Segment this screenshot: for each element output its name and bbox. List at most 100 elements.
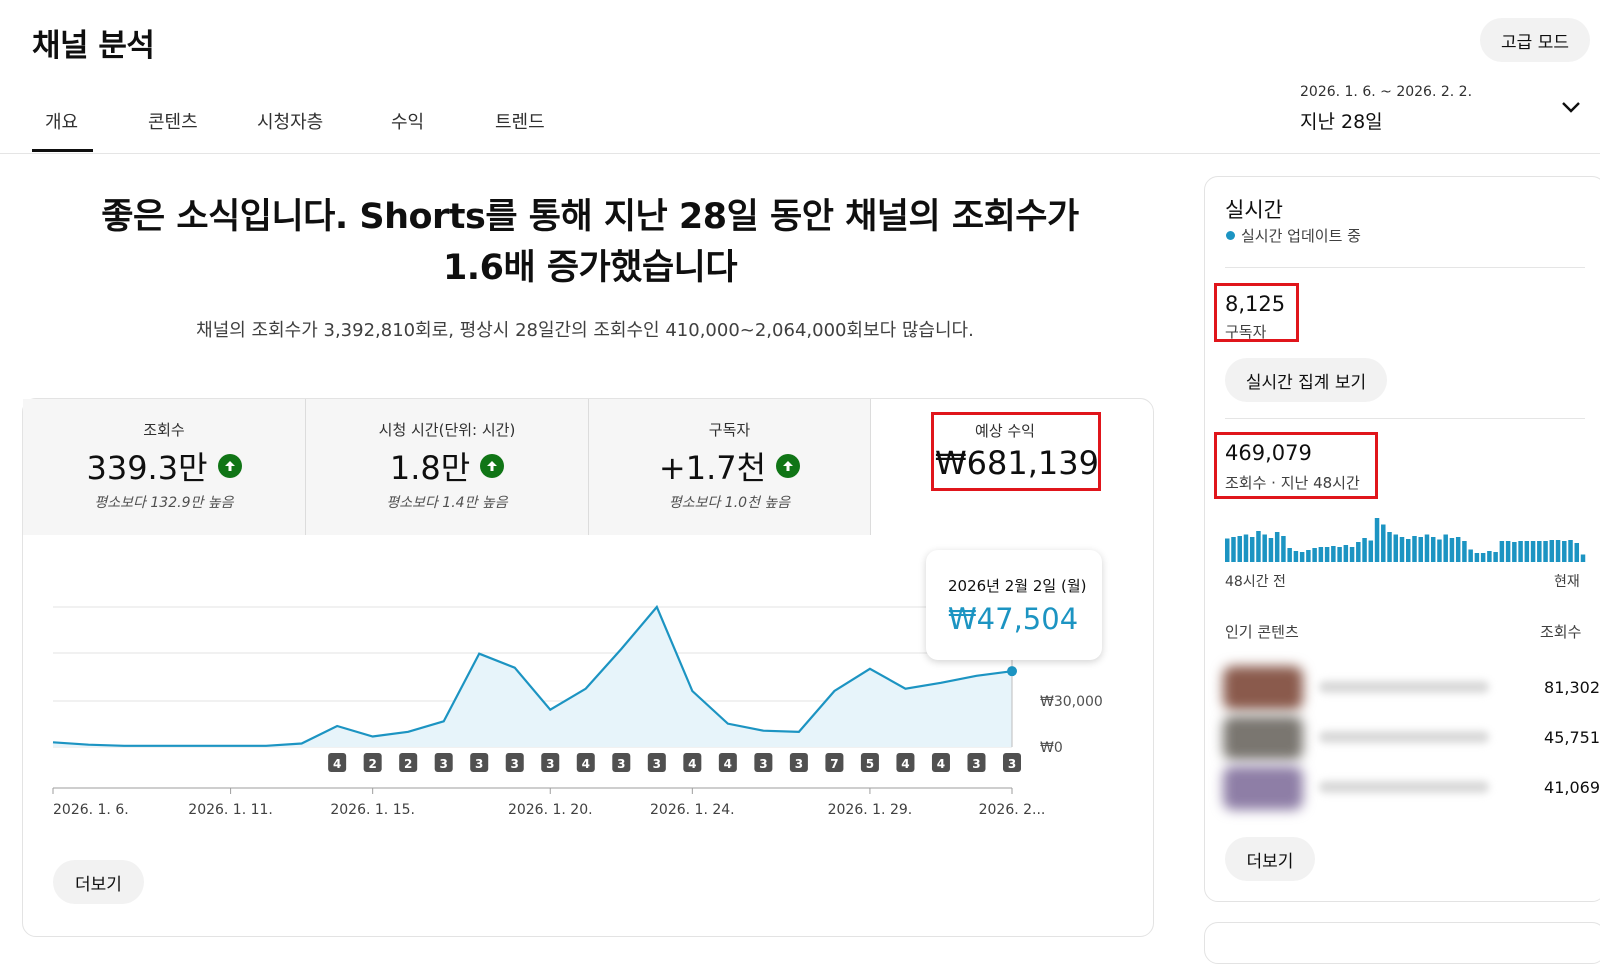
metric-note: 평소보다 132.9만 높음 bbox=[94, 495, 234, 511]
blurred-title bbox=[1319, 681, 1489, 693]
hourly-bar bbox=[1368, 540, 1374, 562]
hourly-bar bbox=[1480, 553, 1486, 562]
hourly-bar bbox=[1549, 540, 1555, 562]
hourly-bar bbox=[1324, 547, 1330, 562]
x-tick-label: 2026. 2... bbox=[979, 802, 1046, 818]
hourly-end-label: 현재 bbox=[1554, 574, 1580, 590]
realtime-views-value: 469,079 bbox=[1225, 441, 1312, 465]
blurred-title bbox=[1319, 781, 1489, 793]
realtime-hourly-chart[interactable] bbox=[1225, 512, 1587, 562]
hourly-bar bbox=[1537, 541, 1542, 562]
chart-tooltip: 2026년 2월 2일 (월) ₩47,504 bbox=[926, 550, 1102, 660]
tab-active-indicator bbox=[32, 149, 93, 152]
hourly-bar bbox=[1487, 551, 1492, 562]
upload-marker-count: 3 bbox=[972, 757, 980, 771]
hourly-bar bbox=[1493, 552, 1498, 562]
hourly-bar bbox=[1518, 541, 1523, 562]
thumbnail bbox=[1223, 666, 1303, 710]
hourly-bar bbox=[1243, 534, 1249, 562]
page-title: 채널 분석 bbox=[32, 28, 155, 64]
metric-value-revenue: ₩681,139 bbox=[935, 444, 1099, 482]
x-tick-label: 2026. 1. 6. bbox=[53, 802, 129, 818]
tab-audience[interactable]: 시청자층 bbox=[257, 108, 323, 134]
tab-content[interactable]: 콘텐츠 bbox=[148, 108, 198, 134]
realtime-status: 실시간 업데이트 중 bbox=[1241, 227, 1361, 245]
hourly-bar bbox=[1231, 537, 1236, 562]
upload-marker-count: 4 bbox=[688, 757, 696, 771]
arrow-up-icon bbox=[480, 454, 505, 478]
see-more-button[interactable]: 더보기 bbox=[53, 860, 144, 904]
hourly-bar bbox=[1356, 542, 1361, 562]
upload-marker-count: 3 bbox=[1008, 757, 1016, 771]
advanced-mode-button[interactable]: 고급 모드 bbox=[1480, 18, 1590, 62]
insight-headline-line2: 1.6배 증가했습니다 bbox=[442, 248, 738, 288]
date-period-label[interactable]: 지난 28일 bbox=[1300, 107, 1383, 134]
metric-value: +1.7천 bbox=[658, 449, 767, 487]
hourly-bar bbox=[1256, 531, 1261, 562]
hourly-bar bbox=[1455, 537, 1461, 562]
hourly-bar bbox=[1331, 546, 1336, 562]
popular-item[interactable]: 81,302 bbox=[1215, 663, 1600, 713]
y-tick-label: ₩0 bbox=[1040, 740, 1063, 756]
realtime-count-button[interactable]: 실시간 집계 보기 bbox=[1225, 358, 1387, 402]
live-dot-icon bbox=[1226, 231, 1235, 240]
hourly-bar bbox=[1274, 532, 1280, 562]
hourly-bar bbox=[1293, 551, 1299, 562]
tab-overview[interactable]: 개요 bbox=[45, 108, 78, 134]
hourly-bar bbox=[1449, 538, 1455, 562]
upload-marker-count: 3 bbox=[546, 757, 554, 771]
hourly-bar bbox=[1381, 524, 1386, 562]
upload-marker-count: 3 bbox=[653, 757, 661, 771]
hourly-bar bbox=[1543, 541, 1548, 562]
hourly-bar bbox=[1406, 539, 1411, 562]
metric-views[interactable]: 조회수 339.3만 평소보다 132.9만 높음 bbox=[23, 399, 305, 535]
upload-marker-count: 3 bbox=[475, 757, 483, 771]
date-range-text[interactable]: 2026. 1. 6. ~ 2026. 2. 2. bbox=[1300, 84, 1472, 100]
popular-item-views: 81,302 bbox=[1544, 678, 1600, 697]
hourly-bar bbox=[1474, 553, 1480, 562]
x-tick-label: 2026. 1. 29. bbox=[828, 802, 913, 818]
upload-marker-count: 3 bbox=[795, 757, 803, 771]
hourly-bar bbox=[1262, 534, 1267, 562]
hourly-bar bbox=[1374, 518, 1380, 562]
hourly-bar bbox=[1349, 547, 1355, 562]
upload-marker-count: 4 bbox=[333, 757, 341, 771]
popular-item-views: 41,069 bbox=[1544, 778, 1600, 797]
upload-marker-count: 2 bbox=[404, 757, 412, 771]
divider bbox=[1225, 418, 1585, 419]
hourly-bar bbox=[1249, 537, 1255, 562]
popular-views-header: 조회수 bbox=[1540, 623, 1582, 641]
popular-item[interactable]: 41,069 bbox=[1215, 763, 1600, 813]
tab-revenue[interactable]: 수익 bbox=[391, 108, 424, 134]
metric-subscribers[interactable]: 구독자 +1.7천 평소보다 1.0천 높음 bbox=[589, 399, 870, 535]
upload-marker-count: 4 bbox=[937, 757, 945, 771]
metric-watch-time[interactable]: 시청 시간(단위: 시간) 1.8만 평소보다 1.4만 높음 bbox=[306, 399, 588, 535]
popular-item-views: 45,751 bbox=[1544, 728, 1600, 747]
data-point-selected bbox=[1007, 666, 1017, 677]
popular-item[interactable]: 45,751 bbox=[1215, 713, 1600, 763]
hourly-bar bbox=[1505, 541, 1511, 562]
metric-note: 평소보다 1.0천 높음 bbox=[668, 495, 791, 511]
metric-note: 평소보다 1.4만 높음 bbox=[386, 495, 508, 511]
hourly-bar bbox=[1387, 532, 1392, 562]
tab-trends[interactable]: 트렌드 bbox=[495, 108, 545, 134]
upload-marker-count: 3 bbox=[759, 757, 767, 771]
popular-more-button[interactable]: 더보기 bbox=[1225, 837, 1315, 881]
hourly-start-label: 48시간 전 bbox=[1225, 574, 1286, 590]
hourly-bar bbox=[1281, 536, 1286, 562]
blurred-title bbox=[1319, 731, 1489, 743]
thumbnail bbox=[1223, 766, 1303, 810]
tabs-divider bbox=[0, 153, 1600, 154]
divider bbox=[1225, 267, 1585, 268]
area-fill bbox=[53, 607, 1012, 747]
hourly-bar bbox=[1512, 542, 1517, 562]
hourly-bar bbox=[1580, 554, 1586, 562]
tooltip-value: ₩47,504 bbox=[948, 602, 1079, 636]
hourly-bar bbox=[1499, 541, 1505, 562]
upload-marker-count: 4 bbox=[901, 757, 909, 771]
upload-marker-count: 3 bbox=[440, 757, 448, 771]
hourly-bar bbox=[1462, 541, 1467, 562]
chevron-down-icon[interactable] bbox=[1560, 98, 1582, 116]
x-tick-label: 2026. 1. 24. bbox=[650, 802, 735, 818]
thumbnail bbox=[1223, 716, 1303, 760]
